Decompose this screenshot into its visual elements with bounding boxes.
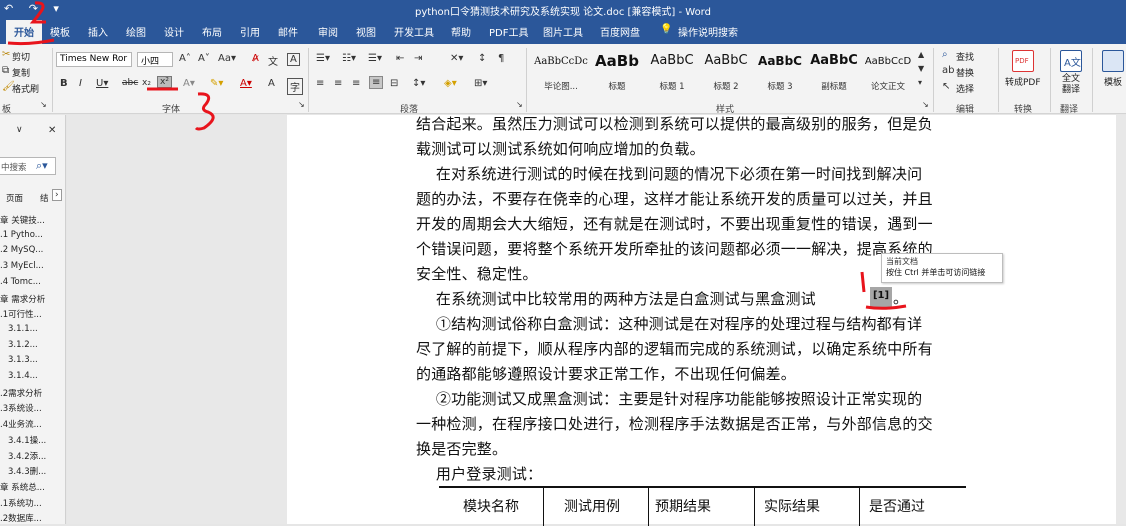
annotation-underline-tab [7, 38, 55, 46]
annotation-number-3 [194, 92, 215, 131]
annotation-underline-citation [865, 304, 907, 310]
annotation-number-1 [860, 271, 866, 293]
annotation-number-2 [29, 1, 46, 24]
red-annotations [7, 1, 907, 310]
